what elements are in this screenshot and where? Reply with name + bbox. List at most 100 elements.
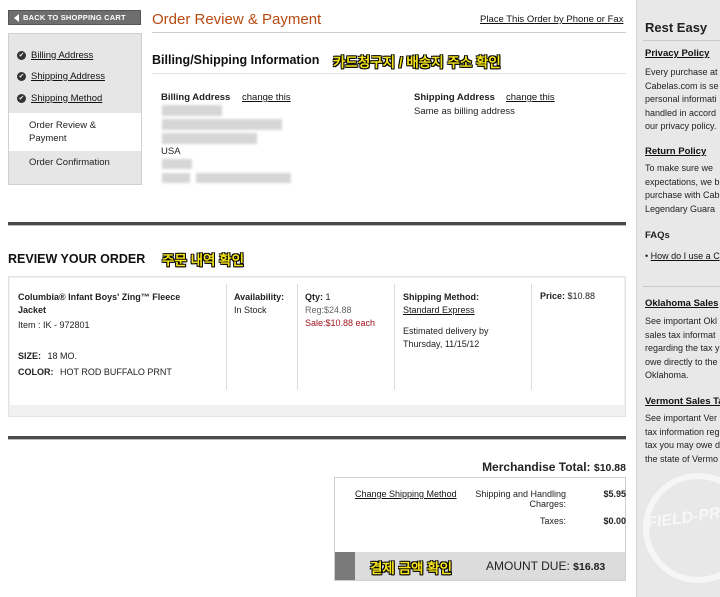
qty-label: Qty: [305, 292, 323, 302]
sidebar-divider [643, 286, 720, 287]
privacy-line: handled in accord [645, 107, 717, 118]
oklahoma-line: owe directly to the [645, 356, 718, 367]
privacy-policy-link[interactable]: Privacy Policy [645, 48, 709, 59]
amount-due-label: AMOUNT DUE: [486, 559, 570, 573]
rest-easy-sidebar: Rest Easy Privacy Policy Every purchase … [636, 0, 720, 597]
oklahoma-line: Oklahoma. [645, 370, 689, 380]
shipping-charges-value: $5.95 [603, 489, 626, 499]
privacy-line: personal informati [645, 94, 717, 104]
availability-label: Availability: [234, 292, 285, 302]
item-size: SIZE: 18 MO. [18, 351, 77, 361]
return-line: expectations, we b [645, 176, 720, 187]
billing-section-title: Billing/Shipping Information [152, 53, 320, 67]
item-name-line2: Jacket [18, 305, 47, 315]
taxes-value: $0.00 [603, 516, 626, 526]
amount-due-value: $16.83 [573, 561, 606, 573]
shipping-charges-label-1: Shipping and Handling [475, 489, 566, 499]
billing-address-label: Billing Address [161, 92, 231, 103]
vermont-sales-tax-link[interactable]: Vermont Sales Ta [645, 396, 720, 407]
item-color: COLOR: HOT ROD BUFFALO PRNT [18, 367, 172, 377]
return-policy-link[interactable]: Return Policy [645, 146, 706, 157]
shipping-method-link[interactable]: Standard Express [403, 305, 475, 315]
checkout-steps: ✔ Billing Address ✔ Shipping Address ✔ S… [8, 33, 142, 185]
vermont-line: the state of Vermo [645, 453, 719, 464]
back-to-cart-button[interactable]: BACK TO SHOPPING CART [8, 10, 141, 25]
step-billing-address-link[interactable]: Billing Address [31, 50, 93, 61]
shipping-method: Shipping Method: Standard Express Estima… [403, 291, 489, 351]
billing-annotation: 카드청구지 / 배송지 주소 확인 [333, 55, 501, 70]
availability: Availability: In Stock [234, 291, 284, 317]
delivery-estimate-line2: Thursday, 11/15/12 [403, 339, 480, 349]
redacted-name [162, 105, 222, 116]
privacy-text: Every purchase at Cabelas.com is se pers… [645, 66, 719, 134]
redacted-phone-a [162, 173, 190, 183]
step-shipping-address[interactable]: ✔ Shipping Address [9, 69, 141, 83]
oklahoma-line: regarding the tax y [645, 343, 720, 353]
shipping-change-link[interactable]: change this [506, 92, 555, 103]
redacted-city [162, 133, 257, 144]
privacy-line: Cabelas.com is se [645, 80, 719, 91]
return-line: purchase with Cab [645, 190, 720, 200]
oklahoma-line: sales tax informat [645, 329, 716, 340]
billing-country: USA [161, 146, 181, 157]
merchandise-total-value: $10.88 [593, 462, 626, 474]
shipping-address-label: Shipping Address [414, 92, 495, 103]
step-billing-address[interactable]: ✔ Billing Address [9, 48, 141, 62]
item-number: Item : IK - 972801 [18, 320, 90, 330]
item-price: Price: $10.88 [540, 291, 595, 301]
step-order-confirmation-label: Order Confirmation [29, 156, 110, 168]
amount-due: AMOUNT DUE: $16.83 [486, 559, 605, 573]
review-order-title: REVIEW YOUR ORDER [8, 252, 146, 266]
back-arrow-icon [14, 13, 19, 22]
billing-change-link[interactable]: change this [242, 92, 291, 103]
faqs-heading: FAQs [645, 230, 670, 241]
shipping-charges-label-2: Charges: [529, 499, 566, 509]
step-order-confirmation: Order Confirmation [9, 155, 141, 169]
vermont-text: See important Ver tax information reg ta… [645, 412, 720, 466]
change-shipping-method-link[interactable]: Change Shipping Method [355, 489, 457, 499]
section-rule [8, 222, 626, 226]
billing-divider [152, 73, 626, 74]
step-shipping-method[interactable]: ✔ Shipping Method [9, 91, 141, 105]
section-rule [8, 436, 626, 440]
faq-item: • How do I use a C [645, 251, 720, 261]
merchandise-total-label: Merchandise Total: [482, 460, 591, 474]
quantity-price: Qty: 1 Reg:$24.88 Sale:$10.88 each [305, 291, 375, 330]
return-line: Legendary Guara [645, 203, 716, 214]
merchandise-total: Merchandise Total: $10.88 [470, 460, 626, 474]
sidebar-title: Rest Easy [645, 20, 708, 35]
column-divider [297, 284, 298, 390]
privacy-line: our privacy policy. [645, 121, 717, 131]
shipping-charges-label: Shipping and Handling Charges: [460, 489, 566, 509]
taxes-label: Taxes: [539, 516, 566, 526]
redacted-phone-b [196, 173, 291, 183]
oklahoma-sales-tax-link[interactable]: Oklahoma Sales [645, 298, 718, 309]
order-item-row: Columbia® Infant Boys' Zing™ Fleece Jack… [10, 278, 624, 405]
delivery-estimate-line1: Estimated delivery by [403, 326, 489, 336]
column-divider [394, 284, 395, 390]
size-label: SIZE: [18, 351, 42, 361]
redacted-phone-area [162, 159, 192, 169]
oklahoma-line: See important Okl [645, 316, 718, 326]
step-shipping-method-link[interactable]: Shipping Method [31, 93, 102, 104]
column-divider [531, 284, 532, 390]
qty: Qty: 1 [305, 291, 375, 304]
amount-bar-edge [335, 552, 355, 580]
faq-link[interactable]: How do I use a C [651, 251, 720, 261]
privacy-line: Every purchase at [645, 67, 718, 77]
item-name: Columbia® Infant Boys' Zing™ Fleece Jack… [18, 291, 180, 317]
redacted-street [162, 119, 282, 130]
phone-fax-order-link[interactable]: Place This Order by Phone or Fax [480, 14, 623, 25]
amount-annotation: 결제 금액 확인 [370, 561, 453, 576]
color-value: HOT ROD BUFFALO PRNT [60, 367, 172, 377]
price-label: Price: [540, 291, 566, 301]
step-shipping-address-link[interactable]: Shipping Address [31, 71, 105, 82]
step-order-review-current: Order Review & Payment [9, 113, 141, 151]
back-to-cart-label: BACK TO SHOPPING CART [23, 13, 126, 22]
availability-value: In Stock [234, 305, 267, 315]
oklahoma-text: See important Okl sales tax informat reg… [645, 315, 720, 383]
color-label: COLOR: [18, 367, 54, 377]
order-annotation: 주문 내역 확인 [162, 253, 245, 268]
price-value: $10.88 [567, 291, 596, 301]
qty-value: 1 [325, 292, 331, 302]
